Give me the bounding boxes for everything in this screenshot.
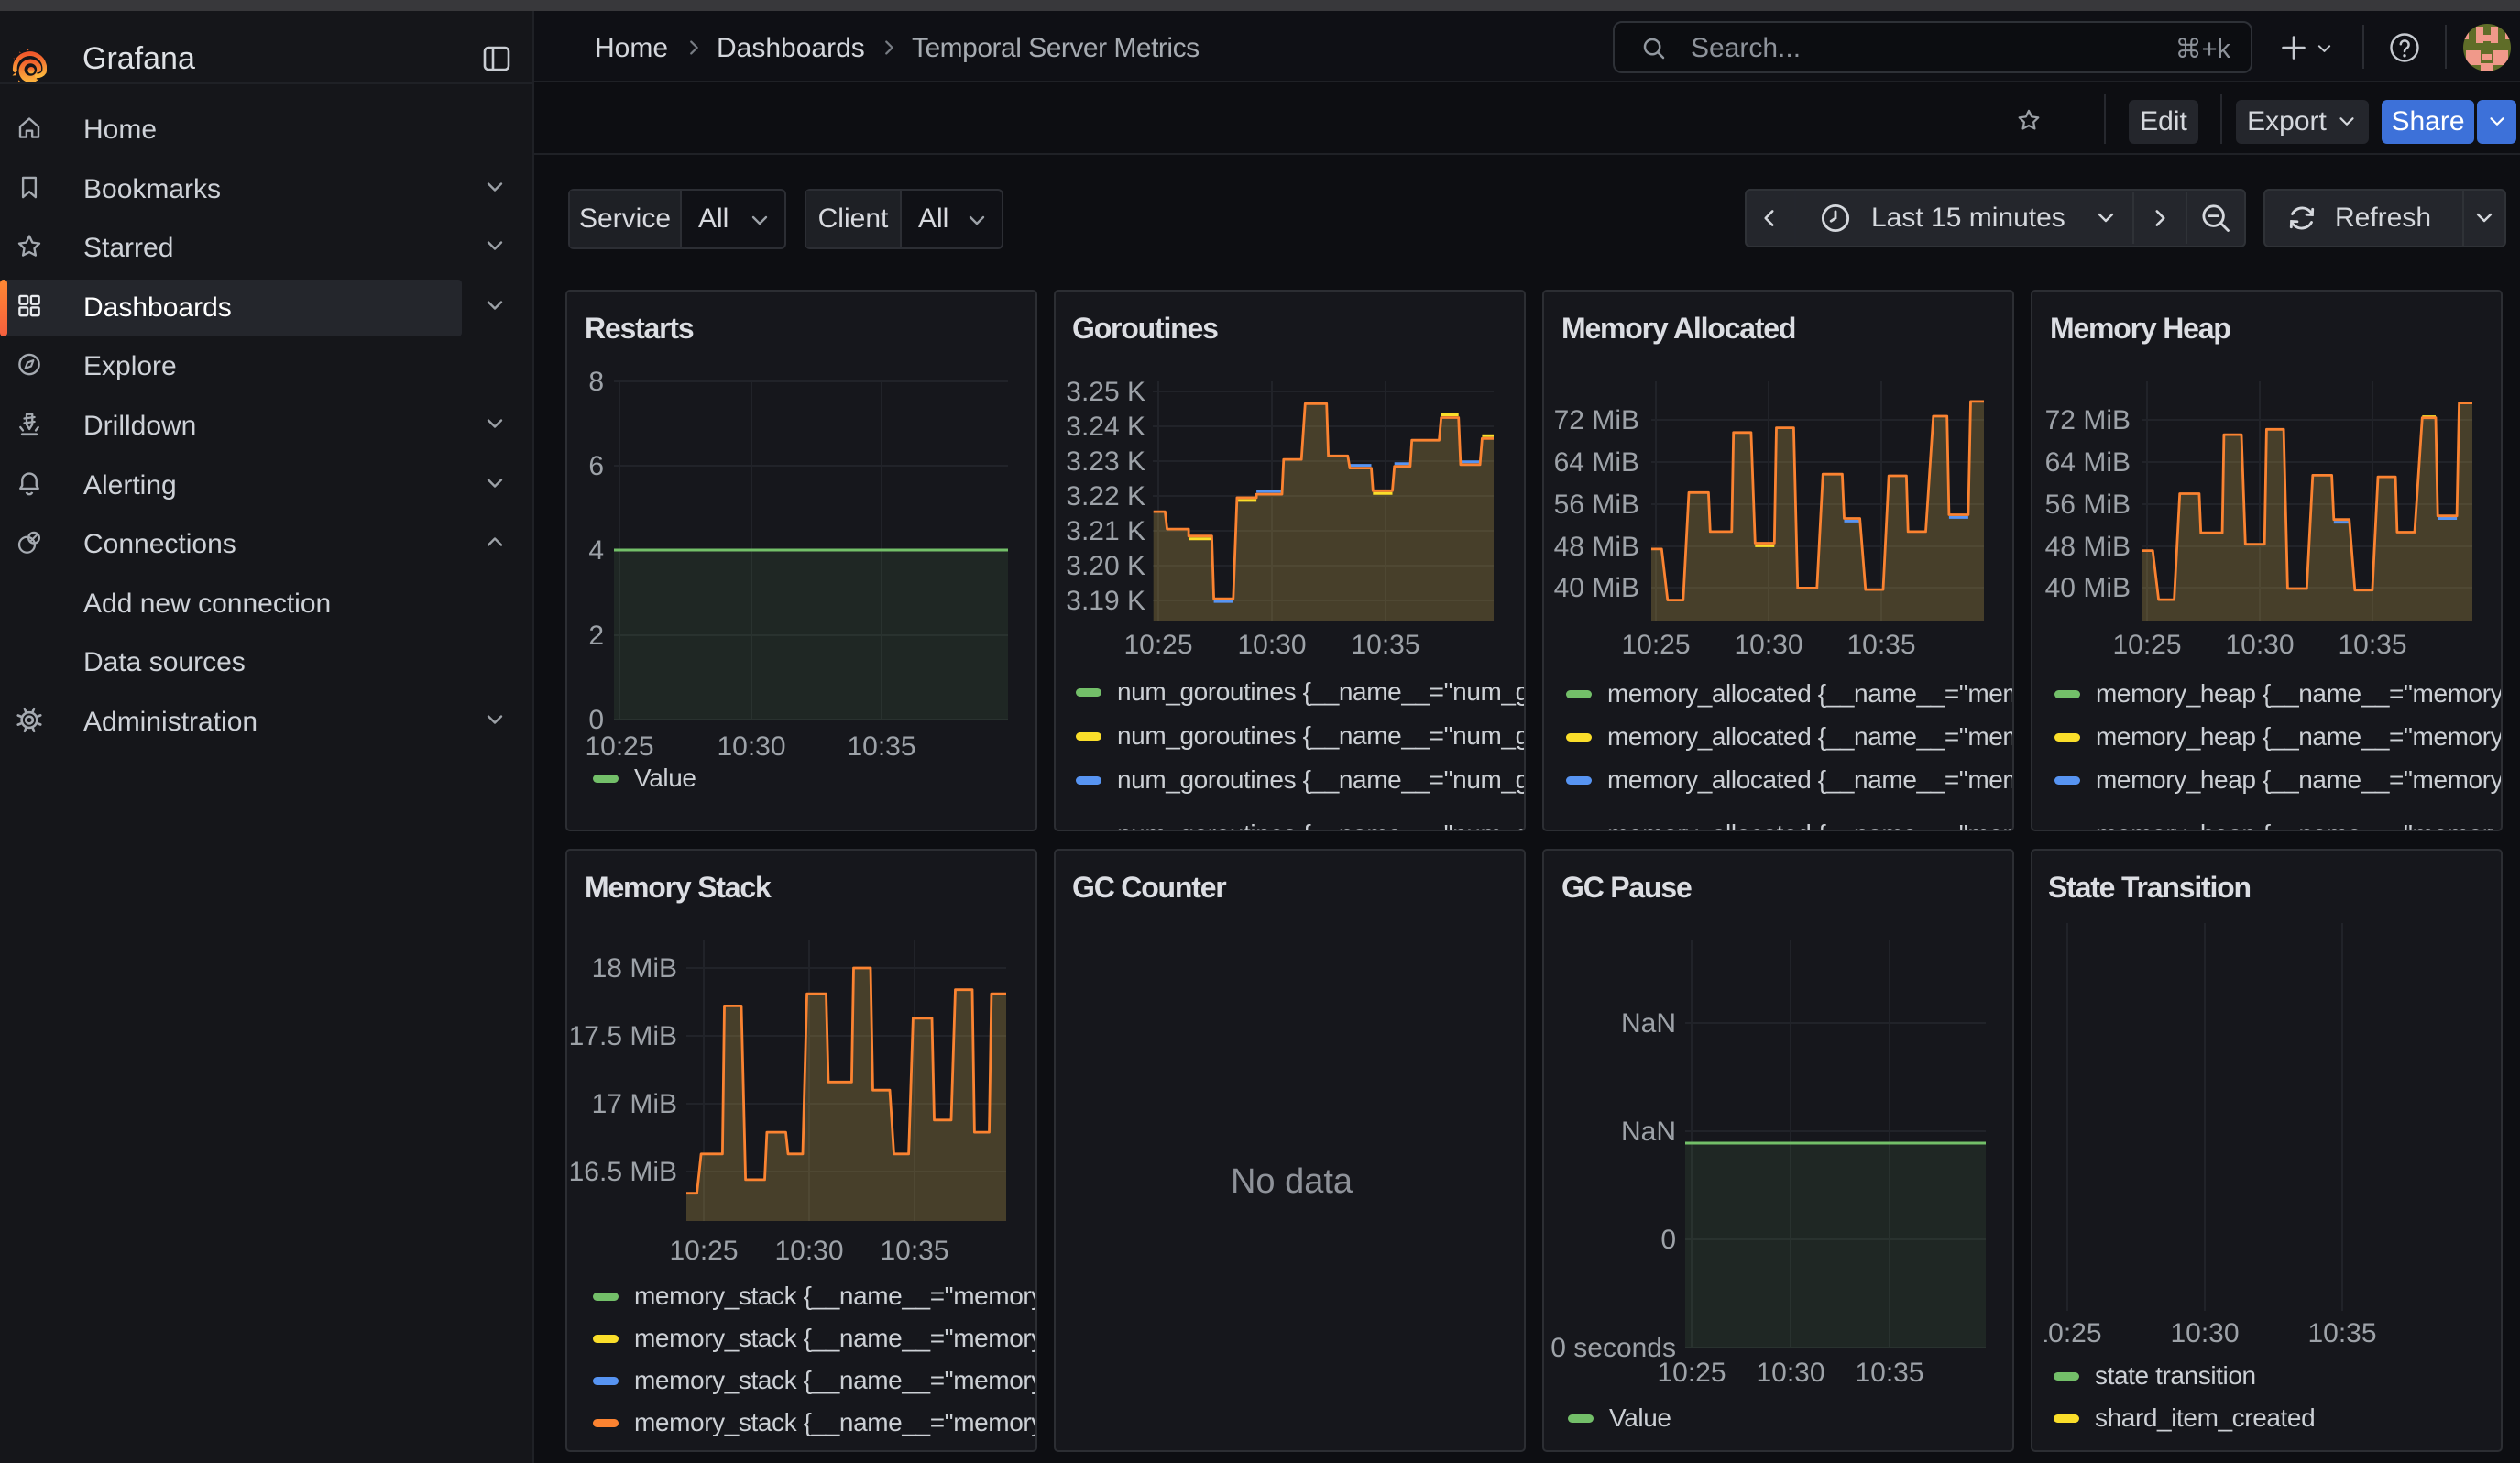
svg-text:10:30: 10:30 — [1237, 630, 1306, 660]
svg-text:NaN: NaN — [1621, 1116, 1676, 1147]
svg-text:10:35: 10:35 — [847, 732, 915, 762]
svg-text:10:35: 10:35 — [2338, 630, 2406, 660]
svg-text:10:35: 10:35 — [1855, 1358, 1923, 1388]
svg-text:10:30: 10:30 — [717, 732, 785, 762]
svg-text:8: 8 — [588, 367, 604, 397]
svg-text:10:30: 10:30 — [774, 1236, 843, 1266]
svg-text:NaN: NaN — [1621, 1008, 1676, 1039]
svg-text:2: 2 — [588, 621, 604, 651]
svg-text:72 MiB: 72 MiB — [1554, 405, 1639, 435]
svg-text:64 MiB: 64 MiB — [2045, 447, 2131, 478]
svg-text:3.22 K: 3.22 K — [1066, 481, 1145, 512]
svg-text:10:30: 10:30 — [1734, 630, 1802, 660]
svg-text:6: 6 — [588, 451, 604, 481]
svg-text:10:25: 10:25 — [2032, 1318, 2101, 1348]
svg-text:16.5 MiB: 16.5 MiB — [569, 1157, 677, 1187]
svg-text:3.23 K: 3.23 K — [1066, 446, 1145, 477]
svg-text:64 MiB: 64 MiB — [1554, 447, 1639, 478]
svg-text:10:25: 10:25 — [1621, 630, 1690, 660]
svg-text:10:35: 10:35 — [2307, 1318, 2376, 1348]
svg-text:10:35: 10:35 — [1846, 630, 1915, 660]
svg-text:10:25: 10:25 — [2112, 630, 2181, 660]
svg-text:17.5 MiB: 17.5 MiB — [569, 1021, 677, 1051]
svg-text:48 MiB: 48 MiB — [2045, 532, 2131, 562]
svg-text:4: 4 — [588, 535, 604, 566]
svg-text:10:25: 10:25 — [1123, 630, 1192, 660]
svg-text:10:30: 10:30 — [1756, 1358, 1824, 1388]
svg-text:10:30: 10:30 — [2225, 630, 2294, 660]
svg-text:10:35: 10:35 — [880, 1236, 948, 1266]
svg-text:40 MiB: 40 MiB — [1554, 573, 1639, 603]
svg-text:17 MiB: 17 MiB — [592, 1089, 677, 1119]
svg-text:0: 0 — [1660, 1225, 1676, 1255]
svg-text:3.25 K: 3.25 K — [1066, 377, 1145, 407]
svg-text:18 MiB: 18 MiB — [592, 953, 677, 984]
svg-text:10:35: 10:35 — [1351, 630, 1419, 660]
svg-text:3.19 K: 3.19 K — [1066, 586, 1145, 616]
svg-text:10:25: 10:25 — [669, 1236, 738, 1266]
svg-text:56 MiB: 56 MiB — [2045, 490, 2131, 520]
svg-text:72 MiB: 72 MiB — [2045, 405, 2131, 435]
svg-text:48 MiB: 48 MiB — [1554, 532, 1639, 562]
svg-text:3.21 K: 3.21 K — [1066, 516, 1145, 546]
svg-text:40 MiB: 40 MiB — [2045, 573, 2131, 603]
svg-text:10:25: 10:25 — [1657, 1358, 1726, 1388]
svg-text:10:30: 10:30 — [2170, 1318, 2239, 1348]
svg-text:56 MiB: 56 MiB — [1554, 490, 1639, 520]
svg-text:3.20 K: 3.20 K — [1066, 551, 1145, 581]
svg-text:10:25: 10:25 — [585, 732, 653, 762]
svg-text:3.24 K: 3.24 K — [1066, 412, 1145, 442]
